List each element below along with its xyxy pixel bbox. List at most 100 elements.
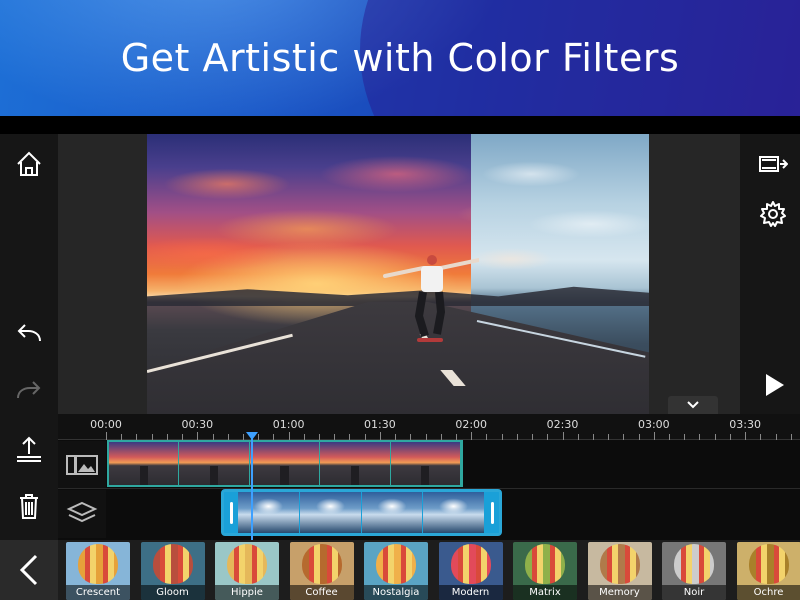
time-tick — [379, 432, 381, 440]
redo-icon — [17, 381, 41, 399]
promo-banner: Get Artistic with Color Filters — [0, 0, 800, 116]
time-tick-label: 02:00 — [455, 418, 488, 431]
filter-gloom[interactable]: Gloom — [140, 542, 205, 600]
balloon-image — [525, 544, 565, 584]
play-button[interactable] — [744, 363, 800, 407]
clip-frame — [249, 442, 321, 485]
time-tick — [638, 434, 640, 440]
time-tick — [608, 434, 610, 440]
balloon-image — [674, 544, 714, 584]
time-tick — [501, 434, 503, 440]
clip-frame — [238, 492, 300, 533]
overlay-track-icon — [66, 501, 98, 523]
filter-label: Hippie — [215, 585, 279, 600]
overlay-track-button[interactable] — [58, 490, 106, 538]
filter-memory[interactable]: Memory — [587, 542, 652, 600]
balloon-image — [152, 544, 193, 584]
clip-frame — [299, 492, 362, 533]
playhead[interactable] — [251, 432, 253, 540]
time-tick — [714, 434, 716, 440]
clip-frame — [179, 442, 250, 485]
time-tick — [623, 434, 625, 440]
export-button[interactable] — [0, 427, 58, 471]
filter-nostalgia[interactable]: Nostalgia — [364, 542, 428, 600]
time-tick — [729, 434, 731, 440]
chevron-down-icon — [687, 401, 699, 409]
time-tick — [775, 434, 777, 440]
settings-icon — [760, 201, 786, 227]
undo-button[interactable] — [0, 312, 58, 356]
balloon-image — [450, 544, 491, 584]
filter-label: Modern — [438, 585, 503, 600]
filter-modern[interactable]: Modern — [438, 542, 503, 600]
clip-frame — [320, 442, 391, 485]
balloon-image — [227, 544, 267, 584]
video-clip[interactable] — [107, 440, 463, 487]
home-button[interactable] — [0, 142, 58, 186]
trim-handle-right[interactable] — [485, 492, 499, 533]
time-tick — [471, 432, 473, 440]
filter-ochre[interactable]: Ochre — [736, 542, 800, 600]
banner-title: Get Artistic with Color Filters — [120, 36, 680, 80]
play-icon — [766, 374, 784, 396]
video-track-icon — [66, 455, 98, 475]
time-tick — [577, 434, 579, 440]
time-tick — [684, 434, 686, 440]
produce-button[interactable] — [744, 142, 800, 186]
filter-label: Matrix — [513, 585, 577, 600]
time-tick — [699, 434, 701, 440]
home-icon — [17, 151, 41, 176]
produce-icon — [759, 156, 788, 172]
redo-button[interactable] — [0, 369, 58, 413]
time-tick-label: 02:30 — [546, 418, 579, 431]
time-tick — [197, 432, 199, 440]
video-preview[interactable] — [147, 134, 649, 414]
clip-frame — [423, 492, 485, 533]
balloon-image — [748, 544, 789, 584]
time-ruler[interactable] — [58, 414, 800, 440]
balloon-image — [78, 544, 118, 584]
balloon-image — [301, 544, 342, 584]
time-tick-label: 00:30 — [181, 418, 214, 431]
time-tick — [745, 432, 747, 440]
filter-hippie[interactable]: Hippie — [215, 542, 279, 600]
collapse-button[interactable] — [668, 396, 718, 414]
time-tick — [486, 434, 488, 440]
time-tick — [562, 432, 564, 440]
settings-button[interactable] — [744, 192, 800, 236]
time-tick — [106, 432, 107, 440]
back-button[interactable] — [0, 540, 58, 600]
time-tick — [592, 434, 594, 440]
time-tick-label: 03:30 — [729, 418, 761, 431]
time-tick-label: 03:00 — [637, 418, 670, 431]
filter-matrix[interactable]: Matrix — [513, 542, 577, 600]
time-tick — [516, 434, 518, 440]
time-tick — [288, 432, 290, 440]
filter-label: Ochre — [736, 585, 800, 600]
skater — [383, 255, 479, 342]
time-tick — [532, 434, 534, 440]
undo-icon — [17, 324, 41, 342]
filter-label: Noir — [662, 585, 726, 600]
time-tick-label: 01:00 — [272, 418, 305, 431]
balloon-image — [599, 544, 640, 584]
original-clouds — [471, 134, 649, 294]
time-tick — [547, 434, 549, 440]
delete-button[interactable] — [0, 484, 58, 528]
trim-handle-left[interactable] — [224, 492, 238, 533]
clip-frame — [361, 492, 424, 533]
filter-label: Crescent — [66, 585, 130, 600]
filter-crescent[interactable]: Crescent — [66, 542, 130, 600]
clip-frame — [390, 442, 461, 485]
time-tick — [669, 434, 671, 440]
filter-label: Memory — [587, 585, 652, 600]
time-tick — [653, 432, 655, 440]
playhead-marker[interactable] — [246, 432, 258, 440]
filter-coffee[interactable]: Coffee — [289, 542, 354, 600]
filter-label: Nostalgia — [364, 585, 428, 600]
time-tick-label: 00:00 — [90, 418, 122, 431]
filter-label: Coffee — [289, 585, 354, 600]
overlay-clip-selected[interactable] — [221, 489, 502, 536]
video-track-button[interactable] — [58, 441, 106, 489]
filter-noir[interactable]: Noir — [662, 542, 726, 600]
